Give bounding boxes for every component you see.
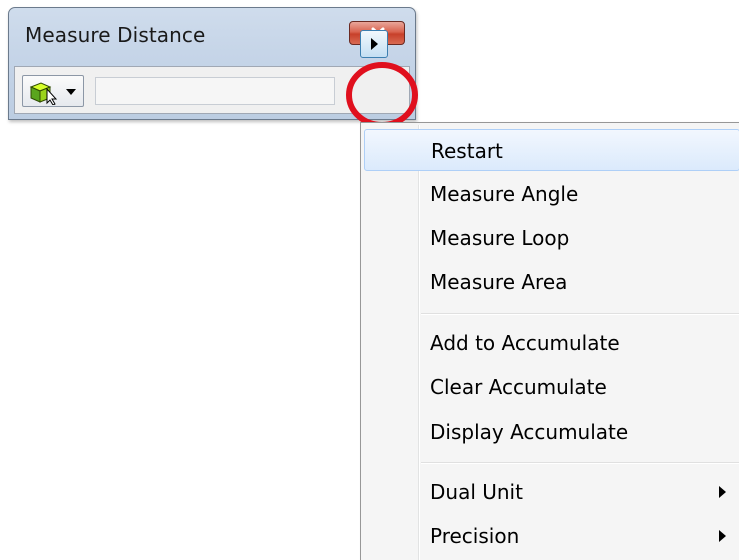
menu-item-dual-unit[interactable]: Dual Unit: [364, 471, 739, 513]
menu-item-label: Precision: [430, 524, 520, 548]
menu-item-label: Dual Unit: [430, 480, 523, 504]
menu-item-label: Measure Area: [430, 270, 568, 294]
measure-distance-window: Measure Distance: [8, 7, 418, 128]
menu-item-precision[interactable]: Precision: [364, 515, 739, 557]
menu-item-label: Clear Accumulate: [430, 375, 607, 399]
measure-value-field[interactable]: [95, 77, 335, 105]
menu-item-label: Add to Accumulate: [430, 331, 620, 355]
menu-item-label: Display Accumulate: [430, 420, 629, 444]
menu-arrow-button[interactable]: [360, 30, 388, 58]
menu-item-add-to-accumulate[interactable]: Add to Accumulate: [364, 322, 739, 364]
red-highlight-circle: [346, 62, 418, 128]
menu-item-label: Measure Loop: [430, 226, 570, 250]
measure-cube-cursor-icon: [29, 82, 58, 105]
menu-item-measure-area[interactable]: Measure Area: [364, 261, 739, 303]
context-menu: Restart Measure Angle Measure Loop Measu…: [360, 122, 739, 560]
submenu-arrow-icon: [719, 530, 726, 542]
chevron-down-icon: [66, 89, 76, 95]
menu-item-measure-loop[interactable]: Measure Loop: [364, 217, 739, 259]
play-arrow-icon: [371, 38, 378, 50]
menu-item-label: Measure Angle: [430, 182, 579, 206]
menu-separator: [421, 313, 739, 315]
menu-item-measure-angle[interactable]: Measure Angle: [364, 173, 739, 215]
menu-item-label: Restart: [431, 139, 503, 163]
window-title: Measure Distance: [25, 23, 206, 47]
submenu-arrow-icon: [719, 486, 726, 498]
menu-item-restart[interactable]: Restart: [364, 129, 739, 171]
tool-dropdown-button[interactable]: [22, 75, 84, 107]
menu-item-display-accumulate[interactable]: Display Accumulate: [364, 411, 739, 453]
menu-separator: [421, 462, 739, 464]
menu-item-clear-accumulate[interactable]: Clear Accumulate: [364, 366, 739, 408]
